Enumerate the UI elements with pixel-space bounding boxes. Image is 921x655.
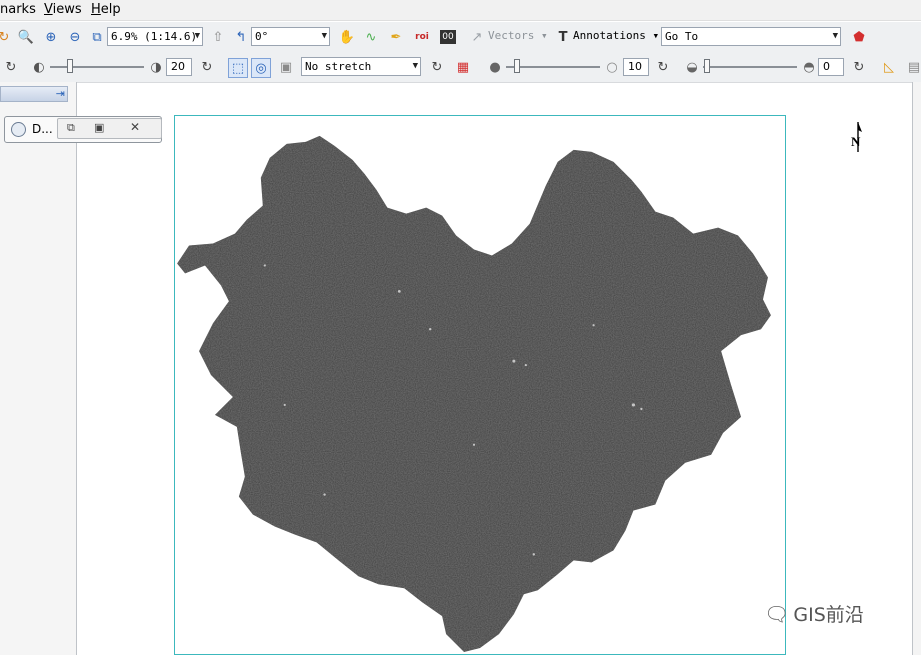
goto-value: Go To [665,30,699,43]
stretch-value: No stretch [305,60,372,73]
annotations-button[interactable]: Annotations ▾ [573,29,659,42]
chevron-down-icon: ▼ [321,31,327,41]
chip-to-file-icon[interactable]: ⬟ [850,28,868,46]
pan-hand-icon[interactable]: ✋ [338,28,356,46]
stretch-to-window-icon[interactable]: ⬚ [228,58,248,78]
chevron-down-icon: ▼ [194,31,200,41]
brightness-slider-thumb[interactable] [67,59,73,73]
stretch-select[interactable]: No stretch ▼ [301,57,421,76]
zoom-out-icon[interactable]: ⊖ [66,28,84,46]
contrast-value-field[interactable]: 10 [623,58,649,76]
watermark: 🗨 GIS前沿 [764,600,864,627]
brightness-icon: ◐ [33,59,45,75]
rotation-select[interactable]: 0° ▼ [251,27,330,46]
transparency-slider-thumb[interactable] [704,59,710,73]
contrast-icon: ● [489,59,501,75]
contrast-slider[interactable] [506,66,600,68]
scale-select[interactable]: 6.9% (1:14.6) ▼ [107,27,203,46]
annotations-icon[interactable]: T [554,28,572,46]
transparency-slider[interactable] [703,66,797,68]
reset-brightness-icon[interactable]: ↻ [198,58,216,76]
view-name-label: D... [32,122,53,136]
rotate-icon[interactable]: ↰ [232,28,250,46]
main-toolbar: ↻ 🔍 ⊕ ⊖ ⧉ 6.9% (1:14.6) ▼ ⇧ ↰ 0° ▼ ✋ ∿ ✒… [0,22,921,53]
rotation-value: 0° [255,30,269,43]
ruler-icon[interactable]: ◺ [880,58,898,76]
collapse-panel-icon[interactable]: ⇥ [56,87,65,100]
close-icon[interactable]: ✕ [130,120,140,134]
contrast-max-icon: ○ [606,59,618,75]
watermark-text: GIS前沿 [793,604,864,626]
menu-bookmarks[interactable]: narks [0,2,36,17]
vectors-label: Vectors [488,29,535,42]
stretch-view-icon[interactable]: ◎ [251,58,271,78]
brightness-value-field[interactable]: 20 [166,58,192,76]
zoom-full-icon[interactable]: ⧉ [88,28,106,46]
view-globe-icon[interactable] [11,122,26,137]
vectors-button[interactable]: Vectors ▾ [488,29,548,42]
transparency-max-icon: ◓ [803,59,815,75]
raster-image [177,135,771,653]
toolbox-panel [912,82,921,655]
reset-icon[interactable]: ↻ [2,58,20,76]
measure-icon[interactable]: ✒ [387,28,405,46]
transparency-icon: ◒ [686,59,698,75]
layer-manager-panel: ⇥ [0,82,77,655]
spectral-profile-icon[interactable]: ∿ [362,28,380,46]
brightness-slider[interactable] [50,66,144,68]
vectors-icon[interactable]: ↗ [468,28,486,46]
svg-text:N: N [851,134,861,149]
menu-bar: narks Views Help [0,0,921,21]
cursor-value-icon[interactable]: 00 [440,30,456,44]
menu-help[interactable]: Help [91,2,121,17]
menu-help-mnemonic: H [91,2,101,17]
zoom-in-icon[interactable]: ⊕ [42,28,60,46]
reset-contrast-icon[interactable]: ↻ [654,58,672,76]
chevron-down-icon: ▼ [832,31,838,41]
transparency-value-field[interactable]: 0 [818,58,844,76]
layout-icon[interactable]: ▤ [905,58,921,76]
menu-views-mnemonic: V [44,2,53,17]
chevron-down-icon: ▼ [412,61,418,71]
wechat-icon: 🗨 [764,601,790,626]
floating-view-toolbar: D... ⧉ ▣ ✕ [4,116,162,143]
goto-input[interactable]: Go To ▼ [661,27,841,46]
display-toolbar: ↻ ◐ ◑ 20 ↻ ⬚ ◎ ▣ No stretch ▼ ↻ ▦ ● ○ 10… [0,52,921,83]
reset-transparency-icon[interactable]: ↻ [850,58,868,76]
scale-value: 6.9% (1:14.6) [111,30,198,43]
panel-header: ⇥ [0,86,68,102]
brightness-max-icon: ◑ [150,59,162,75]
refresh-icon[interactable]: ↻ [0,28,13,46]
contrast-slider-thumb[interactable] [514,59,520,73]
maximize-icon[interactable]: ▣ [94,121,104,134]
raster-view-frame[interactable] [174,115,786,655]
menu-views[interactable]: Views [44,2,82,17]
color-table-icon[interactable]: ▦ [454,58,472,76]
zoom-fixed-icon[interactable]: 🔍 [17,28,35,46]
roi-icon[interactable]: roi [413,28,431,46]
restore-icon[interactable]: ⧉ [67,121,75,135]
previous-extent-icon[interactable]: ⇧ [209,28,227,46]
north-arrow-icon: N [851,122,862,152]
annotations-label: Annotations [573,29,646,42]
stretch-options-icon[interactable]: ▣ [277,58,295,76]
window-controls: ⧉ ▣ ✕ [57,118,162,139]
reset-stretch-icon[interactable]: ↻ [428,58,446,76]
